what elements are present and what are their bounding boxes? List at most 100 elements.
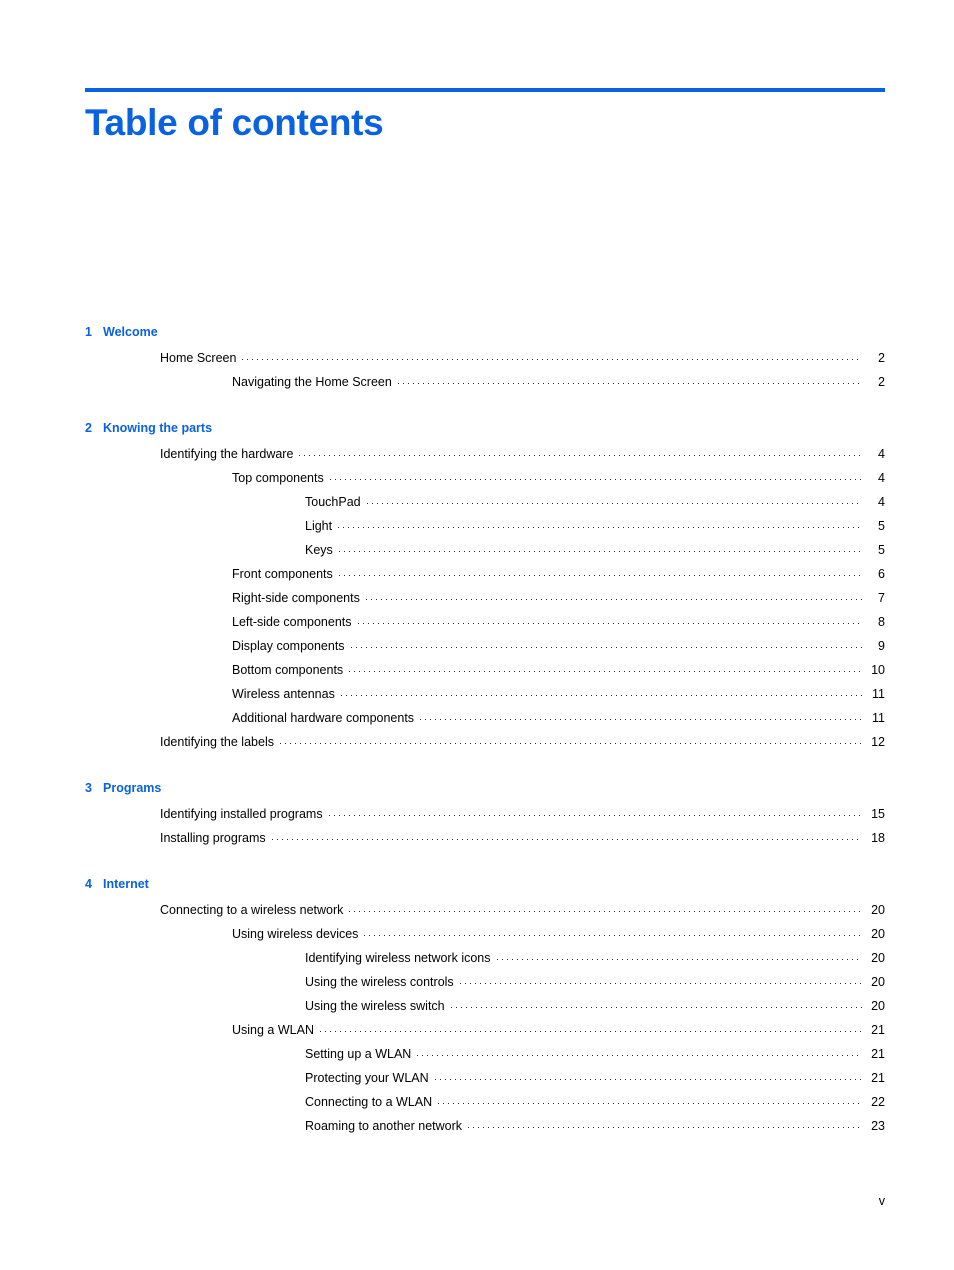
- toc-entry-label: Using wireless devices: [232, 927, 359, 941]
- toc-entry[interactable]: Top components 4: [232, 466, 885, 490]
- toc-entry[interactable]: Setting up a WLAN 21: [305, 1042, 885, 1066]
- toc-chapter-title: Internet: [103, 877, 149, 891]
- toc-chapter: 3 Programs Identifying installed programs 1…: [85, 778, 885, 850]
- toc-entry-label: Light: [305, 519, 333, 533]
- toc-entry-page-number: 6: [878, 567, 885, 581]
- toc-entry-page-number: 21: [871, 1071, 885, 1085]
- toc-dot-leader: [277, 734, 862, 746]
- toc-entry[interactable]: Connecting to a WLAN 22: [305, 1090, 885, 1114]
- toc-entry[interactable]: Using wireless devices 20: [232, 922, 885, 946]
- toc-dot-leader: [269, 830, 862, 842]
- toc-entry-label: Top components: [232, 471, 324, 485]
- toc-dot-leader: [363, 590, 862, 602]
- toc-chapter-number: 4: [85, 877, 92, 891]
- toc-chapter-title: Knowing the parts: [103, 421, 213, 435]
- toc-entry-page-number: 11: [872, 687, 885, 701]
- toc-entry-label: Additional hardware components: [232, 711, 415, 725]
- toc-dot-leader: [362, 926, 862, 938]
- toc-entry[interactable]: Right-side components 7: [232, 586, 885, 610]
- toc-chapter-heading[interactable]: 1 Welcome: [85, 322, 885, 342]
- toc-entry-label: Identifying the hardware: [160, 447, 294, 461]
- toc-entry[interactable]: Light 5: [305, 514, 885, 538]
- toc-entry-page-number: 5: [878, 543, 885, 557]
- toc-dot-leader: [418, 710, 862, 722]
- toc-dot-leader: [347, 902, 862, 914]
- toc-dot-leader: [436, 1094, 862, 1106]
- toc-entry[interactable]: Keys 5: [305, 538, 885, 562]
- toc-dot-leader: [327, 470, 862, 482]
- toc-entry-page-number: 20: [871, 975, 885, 989]
- toc-chapter-number: 1: [85, 325, 92, 339]
- toc-entry-page-number: 9: [878, 639, 885, 653]
- toc-entry[interactable]: Wireless antennas 11: [232, 682, 885, 706]
- toc-entry[interactable]: Front components 6: [232, 562, 885, 586]
- toc-chapter-number: 2: [85, 421, 92, 435]
- toc-dot-leader: [448, 998, 862, 1010]
- toc-entry[interactable]: Additional hardware components 11: [232, 706, 885, 730]
- toc-entry[interactable]: Identifying the labels 12: [160, 730, 885, 754]
- toc-entry[interactable]: Identifying wireless network icons 20: [305, 946, 885, 970]
- toc-entry-label: Using a WLAN: [232, 1023, 314, 1037]
- toc-entry-page-number: 2: [878, 375, 885, 389]
- toc-dot-leader: [355, 614, 862, 626]
- toc-entry[interactable]: Display components 9: [232, 634, 885, 658]
- toc-entry-page-number: 20: [871, 999, 885, 1013]
- toc-entry-page-number: 22: [871, 1095, 885, 1109]
- toc-dot-leader: [326, 806, 862, 818]
- toc-entry-page-number: 12: [871, 735, 885, 749]
- toc-entry-page-number: 21: [871, 1023, 885, 1037]
- toc-dot-leader: [432, 1070, 862, 1082]
- toc-entry-page-number: 4: [878, 447, 885, 461]
- toc-entry-label: Setting up a WLAN: [305, 1047, 412, 1061]
- title-block: Table of contents: [85, 88, 885, 143]
- toc-entry[interactable]: Home Screen 2: [160, 346, 885, 370]
- toc-dot-leader: [395, 374, 862, 386]
- toc-entry-page-number: 15: [871, 807, 885, 821]
- toc-entry[interactable]: Roaming to another network 23: [305, 1114, 885, 1138]
- toc-entry[interactable]: Left-side components 8: [232, 610, 885, 634]
- toc-dot-leader: [240, 350, 862, 362]
- document-page: Table of contents 1 Welcome Home Screen 2 Na…: [0, 0, 954, 1270]
- toc-dot-leader: [338, 686, 862, 698]
- toc-dot-leader: [494, 950, 863, 962]
- toc-dot-leader: [457, 974, 862, 986]
- toc-entry[interactable]: Bottom components 10: [232, 658, 885, 682]
- toc-entry[interactable]: TouchPad 4: [305, 490, 885, 514]
- toc-entry-page-number: 4: [878, 495, 885, 509]
- toc-entry[interactable]: Identifying installed programs 15: [160, 802, 885, 826]
- toc-entry-page-number: 4: [878, 471, 885, 485]
- toc-chapter-heading[interactable]: 2 Knowing the parts: [85, 418, 885, 438]
- toc-entry-label: Display components: [232, 639, 345, 653]
- toc-entry-page-number: 18: [871, 831, 885, 845]
- toc-entry[interactable]: Using the wireless controls 20: [305, 970, 885, 994]
- toc-dot-leader: [466, 1118, 862, 1130]
- toc-chapter-heading[interactable]: 3 Programs: [85, 778, 885, 798]
- toc-chapter-heading[interactable]: 4 Internet: [85, 874, 885, 894]
- toc-entry-label: Connecting to a WLAN: [305, 1095, 433, 1109]
- toc-chapter-title: Welcome: [103, 325, 158, 339]
- toc-entry-label: Navigating the Home Screen: [232, 375, 392, 389]
- toc-chapter: 1 Welcome Home Screen 2 Navigating the Home …: [85, 322, 885, 394]
- toc-entry[interactable]: Using the wireless switch 20: [305, 994, 885, 1018]
- toc-chapter-title: Programs: [103, 781, 162, 795]
- toc-entry[interactable]: Connecting to a wireless network 20: [160, 898, 885, 922]
- toc-entry-label: Installing programs: [160, 831, 266, 845]
- toc-entry-page-number: 8: [878, 615, 885, 629]
- toc-entry-page-number: 11: [872, 711, 885, 725]
- toc-entry-label: Identifying the labels: [160, 735, 274, 749]
- toc-entry-page-number: 7: [878, 591, 885, 605]
- toc-dot-leader: [415, 1046, 862, 1058]
- toc-entry-page-number: 20: [871, 927, 885, 941]
- toc-entry[interactable]: Protecting your WLAN 21: [305, 1066, 885, 1090]
- toc-entry-label: Front components: [232, 567, 333, 581]
- toc-chapter: 4 Internet Connecting to a wireless networ…: [85, 874, 885, 1138]
- toc-entry-page-number: 21: [871, 1047, 885, 1061]
- toc-entry[interactable]: Navigating the Home Screen 2: [232, 370, 885, 394]
- toc-entry[interactable]: Using a WLAN 21: [232, 1018, 885, 1042]
- toc-entry-label: Right-side components: [232, 591, 360, 605]
- toc-dot-leader: [336, 518, 862, 530]
- toc-entry-label: Wireless antennas: [232, 687, 335, 701]
- toc-entry[interactable]: Identifying the hardware 4: [160, 442, 885, 466]
- toc-entry[interactable]: Installing programs 18: [160, 826, 885, 850]
- toc-entry-label: Left-side components: [232, 615, 352, 629]
